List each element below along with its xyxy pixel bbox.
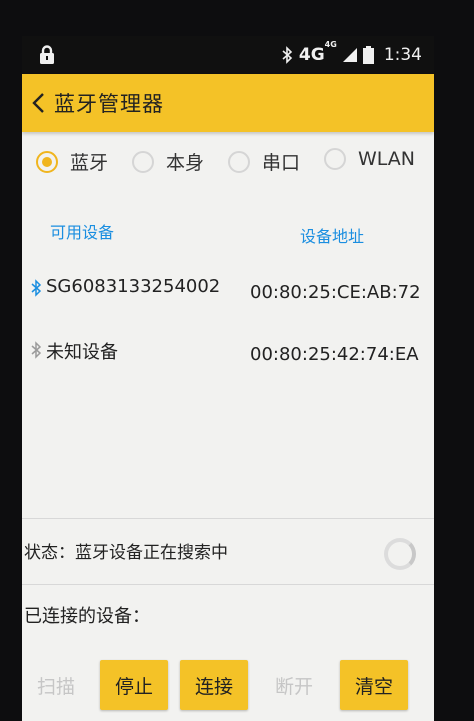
radio-label: 蓝牙 [70,152,109,174]
divider [22,518,434,519]
radio-label: WLAN [358,148,416,170]
device-name: SG6083133254002 [46,276,221,297]
bluetooth-icon [31,279,42,297]
network-type: 4G4G [298,40,337,65]
radio-label: 本身 [166,152,205,174]
action-button-bar: 扫描 停止 连接 断开 清空 [22,660,434,716]
status-bar: 4G4G 1:34 [22,36,434,74]
app-bar: 蓝牙管理器 [22,74,434,132]
clear-button[interactable]: 清空 [340,660,408,710]
radio-local[interactable]: 本身 [132,148,204,175]
connect-button[interactable]: 连接 [180,660,248,710]
radio-button[interactable] [324,148,346,170]
scan-button[interactable]: 扫描 [22,660,90,710]
radio-button[interactable] [36,150,58,173]
page-title: 蓝牙管理器 [54,92,164,116]
back-arrow-icon[interactable] [28,89,50,117]
radio-button[interactable] [228,150,250,173]
radio-wlan[interactable]: WLAN [324,148,415,170]
column-header-available: 可用设备 [50,223,115,242]
connected-devices-label: 已连接的设备： [24,606,150,627]
disconnect-button[interactable]: 断开 [260,660,328,710]
radio-button[interactable] [132,150,154,173]
device-row[interactable]: 未知设备 00:80:25:42:74:EA [22,336,434,376]
divider [22,584,434,585]
connection-type-group: 蓝牙 本身 串口 WLAN [22,136,434,188]
device-address: 00:80:25:42:74:EA [250,344,419,365]
device-address: 00:80:25:CE:AB:72 [250,282,421,303]
status-icons: 4G4G 1:34 [281,36,422,74]
radio-serial[interactable]: 串口 [228,148,300,175]
loading-spinner-icon [384,538,416,570]
phone-screen: 4G4G 1:34 蓝牙管理器 蓝牙 本身 串口 WLAN 可用设备 设备地址 … [22,36,434,721]
column-header-address: 设备地址 [300,227,365,246]
lock-icon [40,45,54,64]
signal-icon [342,48,357,62]
bluetooth-icon [282,46,293,64]
radio-bluetooth[interactable]: 蓝牙 [36,148,108,175]
status-line: 状态：蓝牙设备正在搜索中 [24,538,228,563]
stop-button[interactable]: 停止 [100,660,168,710]
battery-icon [362,46,374,64]
clock: 1:34 [383,45,422,65]
status-label: 状态： [24,543,75,563]
device-name: 未知设备 [46,342,118,363]
status-text: 蓝牙设备正在搜索中 [75,543,228,563]
bluetooth-icon [31,341,42,359]
device-row[interactable]: SG6083133254002 00:80:25:CE:AB:72 [22,274,434,314]
radio-label: 串口 [262,152,301,174]
